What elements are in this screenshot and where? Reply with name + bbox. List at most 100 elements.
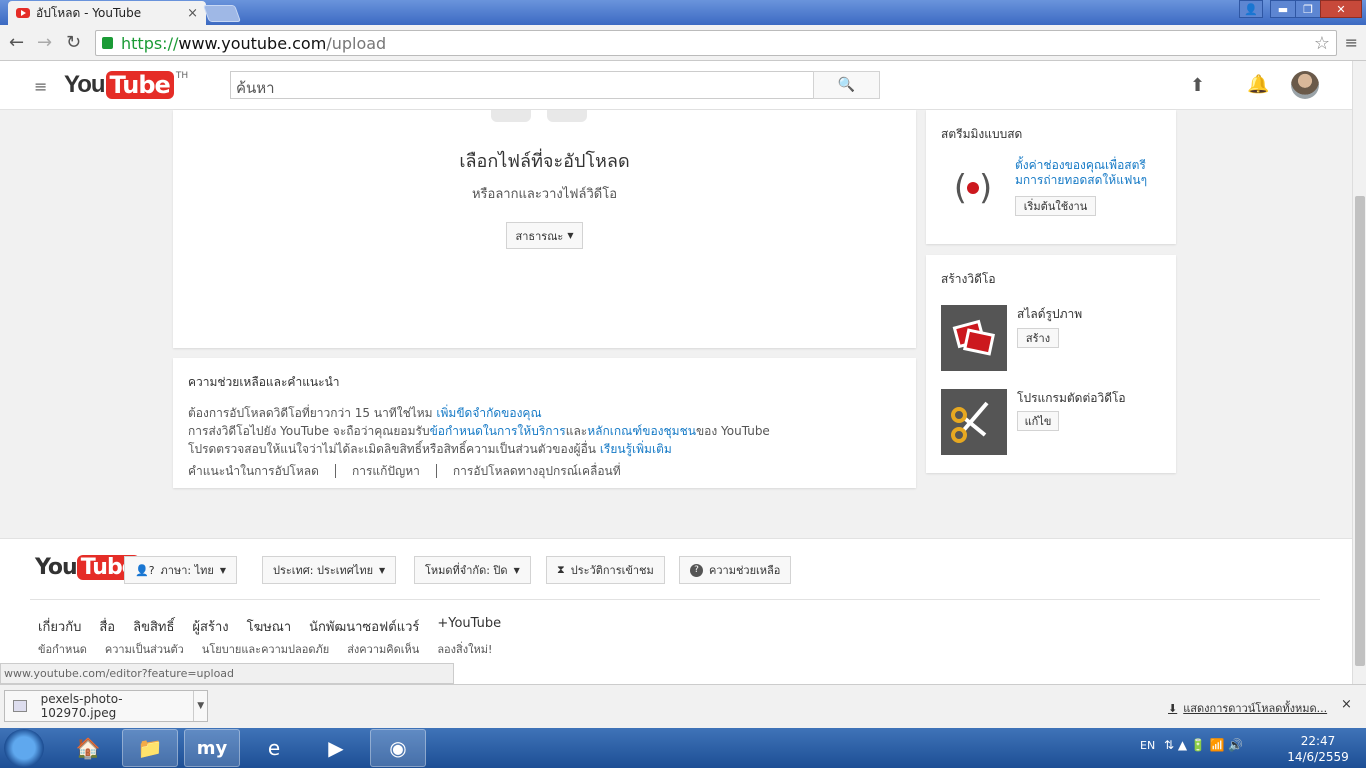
footer-link-feedback[interactable]: ส่งความคิดเห็น — [347, 640, 419, 658]
footer-divider — [30, 599, 1320, 600]
select-files-title[interactable]: เลือกไฟล์ที่จะอัปโหลด — [173, 146, 916, 175]
notifications-bell-icon[interactable]: 🔔 — [1247, 74, 1269, 95]
download-icon: ⬇ — [1168, 702, 1178, 715]
guide-menu-icon[interactable]: ≡ — [34, 77, 47, 96]
upload-panel: เลือกไฟล์ที่จะอัปโหลด หรือลากและวางไฟล์ว… — [173, 110, 916, 348]
bookmark-star-icon[interactable]: ☆ — [1314, 33, 1330, 54]
show-all-label: แสดงการดาวน์โหลดทั้งหมด... — [1183, 702, 1328, 715]
language-indicator[interactable]: EN — [1140, 739, 1155, 752]
chevron-down-icon: ▼ — [379, 565, 386, 575]
tray-icons[interactable]: ⇅ ▲ 🔋 📶 🔊 — [1164, 738, 1243, 752]
minimize-button[interactable]: ▬ — [1270, 0, 1296, 18]
help-label: ความช่วยเหลือ — [709, 564, 781, 577]
drag-drop-text: หรือลากและวางไฟล์วิดีโอ — [471, 187, 617, 202]
chrome-icon[interactable]: ◉ — [370, 729, 426, 767]
secure-lock-icon — [102, 37, 113, 49]
search-button[interactable]: 🔍 — [813, 71, 880, 99]
live-heading: สตรีมมิงแบบสด — [941, 127, 1023, 141]
upload-icon[interactable]: ⬆ — [1190, 75, 1205, 96]
video-editor-title[interactable]: โปรแกรมตัดต่อวิดีโอ — [1017, 389, 1126, 408]
restricted-mode-button[interactable]: โหมดที่จำกัด: ปิด ▼ — [414, 556, 531, 584]
footer-subnav: ข้อกำหนด ความเป็นส่วนตัว นโยบายและความปล… — [38, 640, 492, 658]
privacy-label: สาธารณะ — [515, 229, 564, 243]
video-editor-thumbnail[interactable] — [941, 389, 1007, 455]
reload-icon[interactable]: ↻ — [66, 32, 81, 53]
tab-close-icon[interactable]: × — [187, 6, 198, 21]
help-button[interactable]: ? ความช่วยเหลือ — [679, 556, 792, 584]
privacy-dropdown[interactable]: สาธารณะ ▼ — [506, 222, 583, 249]
status-bar-url: www.youtube.com/editor?feature=upload — [0, 663, 454, 684]
media-player-icon[interactable]: ▶ — [308, 729, 364, 767]
internet-explorer-icon[interactable]: e — [246, 729, 302, 767]
footer-link-advertise[interactable]: โฆษณา — [247, 616, 292, 637]
live-streaming-panel: สตรีมมิงแบบสด () ตั้งค่าช่องของคุณเพื่อส… — [926, 110, 1176, 244]
get-started-button[interactable]: เริ่มต้นใช้งาน — [1015, 196, 1096, 216]
start-button-icon[interactable] — [4, 729, 44, 767]
footer-link-copyright[interactable]: ลิขสิทธิ์ — [133, 616, 174, 637]
browser-tab[interactable]: อัปโหลด - YouTube × — [8, 1, 206, 25]
file-explorer-icon[interactable]: 📁 — [122, 729, 178, 767]
troubleshooting-link[interactable]: การแก้ปัญหา — [334, 464, 436, 478]
back-icon[interactable]: ← — [9, 32, 24, 53]
language-icon: 👤? — [135, 563, 155, 577]
home-icon[interactable]: 🏠 — [60, 729, 116, 767]
language-picker-button[interactable]: 👤? ภาษา: ไทย ▼ — [124, 556, 237, 584]
country-picker-button[interactable]: ประเทศ: ประเทศไทย ▼ — [262, 556, 397, 584]
youtube-logo[interactable]: You Tube TH — [64, 71, 188, 99]
create-slideshow-button[interactable]: สร้าง — [1017, 328, 1059, 348]
slideshow-title[interactable]: สไลด์รูปภาพ — [1017, 305, 1082, 324]
restore-button[interactable]: ❐ — [1295, 0, 1321, 18]
page-scrollbar[interactable] — [1352, 61, 1366, 684]
footer-link-policy-safety[interactable]: นโยบายและความปลอดภัย — [202, 640, 329, 658]
footer-link-about[interactable]: เกี่ยวกับ — [38, 616, 81, 637]
increase-limit-link[interactable]: เพิ่มขีดจำกัดของคุณ — [436, 406, 541, 420]
help-line3-text: โปรดตรวจสอบให้แน่ใจว่าไม่ได้ละเมิดลิขสิท… — [188, 442, 600, 456]
live-description-link[interactable]: ตั้งค่าช่องของคุณเพื่อสตรีมการถ่ายทอดสดใ… — [1015, 158, 1160, 188]
url-scheme: https:// — [121, 33, 179, 53]
footer-link-terms[interactable]: ข้อกำหนด — [38, 640, 87, 658]
country-label: ประเทศ: ประเทศไทย — [273, 564, 374, 577]
language-label: ภาษา: ไทย — [160, 564, 214, 577]
chevron-down-icon: ▼ — [513, 565, 520, 575]
community-guidelines-link[interactable]: หลักเกณฑ์ของชุมชน — [587, 424, 696, 438]
system-clock[interactable]: 22:47 14/6/2559 — [1286, 733, 1350, 765]
show-all-downloads-link[interactable]: ⬇ แสดงการดาวน์โหลดทั้งหมด... — [1168, 699, 1327, 717]
footer-link-press[interactable]: สื่อ — [99, 616, 115, 637]
terms-of-service-link[interactable]: ข้อกำหนดในการให้บริการ — [430, 424, 566, 438]
forward-icon[interactable]: → — [37, 32, 52, 53]
clock-time: 22:47 — [1300, 734, 1336, 748]
search-icon: 🔍 — [837, 77, 856, 93]
help-line2-text-c: ของ YouTube — [695, 424, 770, 438]
new-tab-button[interactable] — [202, 5, 242, 22]
close-window-button[interactable]: ✕ — [1320, 0, 1362, 18]
help-line-long-videos: ต้องการอัปโหลดวิดีโอที่ยาวกว่า 15 นาทีใช… — [188, 404, 901, 422]
photo-slideshow-thumbnail[interactable] — [941, 305, 1007, 371]
upload-arrow-icon[interactable] — [491, 110, 603, 122]
footer-link-try-new[interactable]: ลองสิ่งใหม่! — [437, 640, 492, 658]
footer-link-creators[interactable]: ผู้สร้าง — [192, 616, 228, 637]
upload-instructions-link[interactable]: คำแนะนำในการอัปโหลด — [188, 464, 335, 478]
history-label: ประวัติการเข้าชม — [570, 564, 654, 577]
help-icon: ? — [690, 563, 703, 577]
live-broadcast-icon: () — [953, 168, 993, 208]
user-profile-icon[interactable]: 👤 — [1239, 0, 1263, 18]
footer-link-privacy[interactable]: ความเป็นส่วนตัว — [105, 640, 184, 658]
help-panel: ความช่วยเหลือและคำแนะนำ ต้องการอัปโหลดวิ… — [173, 358, 916, 488]
windows-taskbar: 🏠 📁 my e ▶ ◉ EN ⇅ ▲ 🔋 📶 🔊 22:47 14/6/255… — [0, 728, 1366, 768]
download-options-chevron-icon[interactable]: ▼ — [193, 691, 207, 721]
close-download-shelf-icon[interactable]: × — [1341, 697, 1352, 712]
history-button[interactable]: ⧗ ประวัติการเข้าชม — [546, 556, 665, 584]
scrollbar-thumb[interactable] — [1355, 196, 1365, 666]
mobile-upload-link[interactable]: การอัปโหลดทางอุปกรณ์เคลื่อนที่ — [435, 464, 637, 478]
edit-video-button[interactable]: แก้ไข — [1017, 411, 1059, 431]
footer-link-developers[interactable]: นักพัฒนาซอฟต์แวร์ — [309, 616, 419, 637]
footer-link-plus-youtube[interactable]: +YouTube — [437, 616, 501, 637]
learn-more-link[interactable]: เรียนรู้เพิ่มเติม — [600, 442, 672, 456]
search-input[interactable]: ค้นหา — [230, 71, 814, 99]
my-icon[interactable]: my — [184, 729, 240, 767]
address-bar[interactable]: https:// www.youtube.com /upload ☆ — [95, 30, 1337, 56]
avatar[interactable] — [1291, 71, 1319, 99]
chevron-down-icon: ▼ — [567, 231, 574, 240]
chrome-menu-icon[interactable]: ≡ — [1345, 33, 1358, 52]
download-item[interactable]: pexels-photo-102970.jpeg ▼ — [4, 690, 208, 722]
